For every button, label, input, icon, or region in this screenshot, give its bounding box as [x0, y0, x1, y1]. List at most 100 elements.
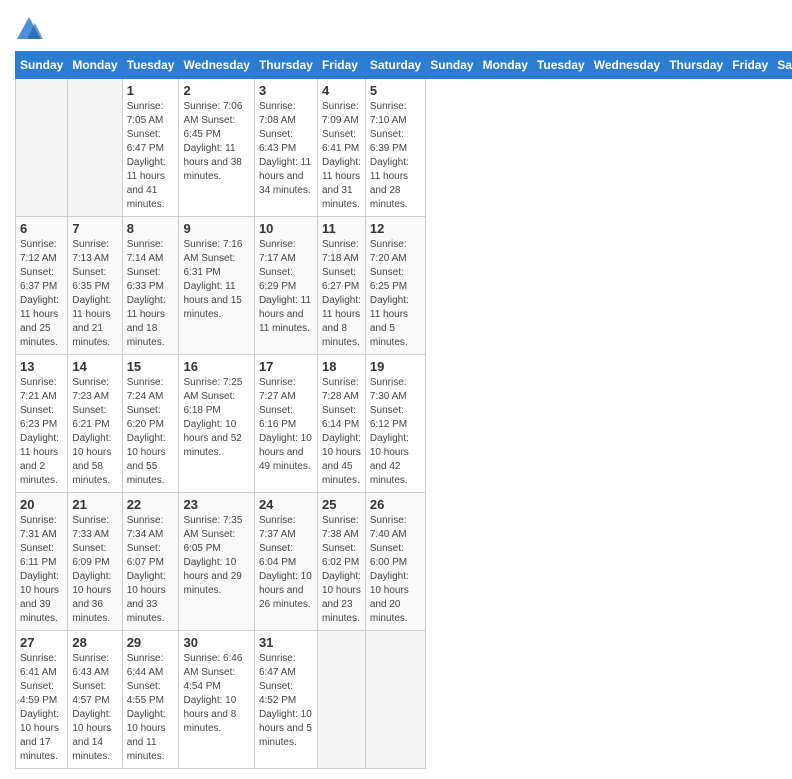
calendar-cell: 13 Sunrise: 7:21 AM Sunset: 6:23 PM Dayli…: [16, 355, 68, 493]
day-number: 1: [127, 83, 175, 98]
day-detail: Sunrise: 7:06 AM Sunset: 6:45 PM Dayligh…: [183, 100, 249, 184]
calendar-cell: 31 Sunrise: 6:47 AM Sunset: 4:52 PM Dayli…: [254, 631, 317, 769]
day-number: 13: [20, 359, 63, 374]
calendar-cell: 25 Sunrise: 7:38 AM Sunset: 6:02 PM Dayli…: [317, 493, 365, 631]
day-number: 24: [259, 497, 313, 512]
day-detail: Sunrise: 6:44 AM Sunset: 4:55 PM Dayligh…: [127, 652, 175, 764]
calendar-cell: 15 Sunrise: 7:24 AM Sunset: 6:20 PM Dayli…: [122, 355, 179, 493]
day-of-week-header: Wednesday: [589, 52, 664, 79]
day-number: 20: [20, 497, 63, 512]
day-detail: Sunrise: 6:47 AM Sunset: 4:52 PM Dayligh…: [259, 652, 313, 750]
calendar-week-row: 27 Sunrise: 6:41 AM Sunset: 4:59 PM Dayli…: [16, 631, 792, 769]
day-detail: Sunrise: 7:16 AM Sunset: 6:31 PM Dayligh…: [183, 238, 249, 322]
calendar-cell: 20 Sunrise: 7:31 AM Sunset: 6:11 PM Dayli…: [16, 493, 68, 631]
calendar-cell: 17Sunrise: 7:27 AM Sunset: 6:16 PM Dayli…: [254, 355, 317, 493]
day-number: 28: [72, 635, 117, 650]
calendar-table: SundayMondayTuesdayWednesdayThursdayFrid…: [15, 51, 792, 769]
logo: [15, 15, 47, 43]
calendar-cell: 10Sunrise: 7:17 AM Sunset: 6:29 PM Dayli…: [254, 217, 317, 355]
day-number: 25: [322, 497, 361, 512]
day-detail: Sunrise: 7:34 AM Sunset: 6:07 PM Dayligh…: [127, 514, 175, 626]
calendar-cell: [317, 631, 365, 769]
day-detail: Sunrise: 7:12 AM Sunset: 6:37 PM Dayligh…: [20, 238, 63, 350]
day-detail: Sunrise: 7:37 AM Sunset: 6:04 PM Dayligh…: [259, 514, 313, 612]
day-detail: Sunrise: 7:27 AM Sunset: 6:16 PM Dayligh…: [259, 376, 313, 474]
day-detail: Sunrise: 7:30 AM Sunset: 6:12 PM Dayligh…: [370, 376, 421, 488]
calendar-cell: [68, 79, 122, 217]
day-of-week-header: Sunday: [16, 52, 68, 79]
day-number: 7: [72, 221, 117, 236]
day-number: 29: [127, 635, 175, 650]
day-number: 2: [183, 83, 249, 98]
logo-icon: [15, 15, 43, 43]
calendar-cell: 16Sunrise: 7:25 AM Sunset: 6:18 PM Dayli…: [179, 355, 254, 493]
day-detail: Sunrise: 7:28 AM Sunset: 6:14 PM Dayligh…: [322, 376, 361, 488]
day-of-week-header: Saturday: [365, 52, 425, 79]
calendar-cell: 8Sunrise: 7:14 AM Sunset: 6:33 PM Daylig…: [122, 217, 179, 355]
day-number: 27: [20, 635, 63, 650]
day-of-week-header: Tuesday: [532, 52, 589, 79]
calendar-week-row: 1 Sunrise: 7:05 AM Sunset: 6:47 PM Daylig…: [16, 79, 792, 217]
calendar-cell: 12Sunrise: 7:20 AM Sunset: 6:25 PM Dayli…: [365, 217, 425, 355]
day-detail: Sunrise: 7:25 AM Sunset: 6:18 PM Dayligh…: [183, 376, 249, 460]
calendar-cell: 6Sunrise: 7:12 AM Sunset: 6:37 PM Daylig…: [16, 217, 68, 355]
calendar-cell: 18Sunrise: 7:28 AM Sunset: 6:14 PM Dayli…: [317, 355, 365, 493]
calendar-cell: 24 Sunrise: 7:37 AM Sunset: 6:04 PM Dayli…: [254, 493, 317, 631]
calendar-week-row: 20 Sunrise: 7:31 AM Sunset: 6:11 PM Dayli…: [16, 493, 792, 631]
day-of-week-header: Saturday: [773, 52, 792, 79]
calendar-cell: 21 Sunrise: 7:33 AM Sunset: 6:09 PM Dayli…: [68, 493, 122, 631]
day-number: 8: [127, 221, 175, 236]
calendar-week-row: 13 Sunrise: 7:21 AM Sunset: 6:23 PM Dayli…: [16, 355, 792, 493]
day-detail: Sunrise: 7:18 AM Sunset: 6:27 PM Dayligh…: [322, 238, 361, 350]
day-detail: Sunrise: 6:41 AM Sunset: 4:59 PM Dayligh…: [20, 652, 63, 764]
day-detail: Sunrise: 7:40 AM Sunset: 6:00 PM Dayligh…: [370, 514, 421, 626]
day-detail: Sunrise: 7:05 AM Sunset: 6:47 PM Dayligh…: [127, 100, 175, 212]
day-detail: Sunrise: 7:21 AM Sunset: 6:23 PM Dayligh…: [20, 376, 63, 488]
day-of-week-header: Monday: [68, 52, 122, 79]
day-number: 21: [72, 497, 117, 512]
calendar-cell: 9 Sunrise: 7:16 AM Sunset: 6:31 PM Daylig…: [179, 217, 254, 355]
calendar-cell: 1 Sunrise: 7:05 AM Sunset: 6:47 PM Daylig…: [122, 79, 179, 217]
day-detail: Sunrise: 7:17 AM Sunset: 6:29 PM Dayligh…: [259, 238, 313, 336]
day-of-week-header: Tuesday: [122, 52, 179, 79]
calendar-cell: 14Sunrise: 7:23 AM Sunset: 6:21 PM Dayli…: [68, 355, 122, 493]
day-number: 19: [370, 359, 421, 374]
calendar-cell: [16, 79, 68, 217]
day-number: 23: [183, 497, 249, 512]
day-number: 15: [127, 359, 175, 374]
day-detail: Sunrise: 7:33 AM Sunset: 6:09 PM Dayligh…: [72, 514, 117, 626]
day-detail: Sunrise: 6:43 AM Sunset: 4:57 PM Dayligh…: [72, 652, 117, 764]
day-number: 11: [322, 221, 361, 236]
calendar-header-row: SundayMondayTuesdayWednesdayThursdayFrid…: [16, 52, 792, 79]
calendar-cell: 2 Sunrise: 7:06 AM Sunset: 6:45 PM Daylig…: [179, 79, 254, 217]
day-detail: Sunrise: 7:31 AM Sunset: 6:11 PM Dayligh…: [20, 514, 63, 626]
day-number: 4: [322, 83, 361, 98]
day-detail: Sunrise: 7:08 AM Sunset: 6:43 PM Dayligh…: [259, 100, 313, 198]
day-detail: Sunrise: 6:46 AM Sunset: 4:54 PM Dayligh…: [183, 652, 249, 736]
day-detail: Sunrise: 7:24 AM Sunset: 6:20 PM Dayligh…: [127, 376, 175, 488]
day-of-week-header: Sunday: [426, 52, 478, 79]
calendar-cell: 11 Sunrise: 7:18 AM Sunset: 6:27 PM Dayli…: [317, 217, 365, 355]
day-of-week-header: Thursday: [665, 52, 728, 79]
calendar-cell: 3 Sunrise: 7:08 AM Sunset: 6:43 PM Daylig…: [254, 79, 317, 217]
day-detail: Sunrise: 7:09 AM Sunset: 6:41 PM Dayligh…: [322, 100, 361, 212]
day-detail: Sunrise: 7:23 AM Sunset: 6:21 PM Dayligh…: [72, 376, 117, 488]
calendar-cell: 29 Sunrise: 6:44 AM Sunset: 4:55 PM Dayli…: [122, 631, 179, 769]
calendar-cell: 19 Sunrise: 7:30 AM Sunset: 6:12 PM Dayli…: [365, 355, 425, 493]
day-of-week-header: Monday: [478, 52, 532, 79]
day-number: 31: [259, 635, 313, 650]
calendar-cell: 30Sunrise: 6:46 AM Sunset: 4:54 PM Dayli…: [179, 631, 254, 769]
day-detail: Sunrise: 7:38 AM Sunset: 6:02 PM Dayligh…: [322, 514, 361, 626]
day-detail: Sunrise: 7:10 AM Sunset: 6:39 PM Dayligh…: [370, 100, 421, 212]
day-of-week-header: Friday: [728, 52, 773, 79]
calendar-cell: 5Sunrise: 7:10 AM Sunset: 6:39 PM Daylig…: [365, 79, 425, 217]
day-number: 22: [127, 497, 175, 512]
day-of-week-header: Thursday: [254, 52, 317, 79]
calendar-cell: 22 Sunrise: 7:34 AM Sunset: 6:07 PM Dayli…: [122, 493, 179, 631]
day-number: 3: [259, 83, 313, 98]
calendar-cell: 28 Sunrise: 6:43 AM Sunset: 4:57 PM Dayli…: [68, 631, 122, 769]
calendar-cell: [365, 631, 425, 769]
calendar-cell: 23 Sunrise: 7:35 AM Sunset: 6:05 PM Dayli…: [179, 493, 254, 631]
day-detail: Sunrise: 7:35 AM Sunset: 6:05 PM Dayligh…: [183, 514, 249, 598]
day-number: 9: [183, 221, 249, 236]
